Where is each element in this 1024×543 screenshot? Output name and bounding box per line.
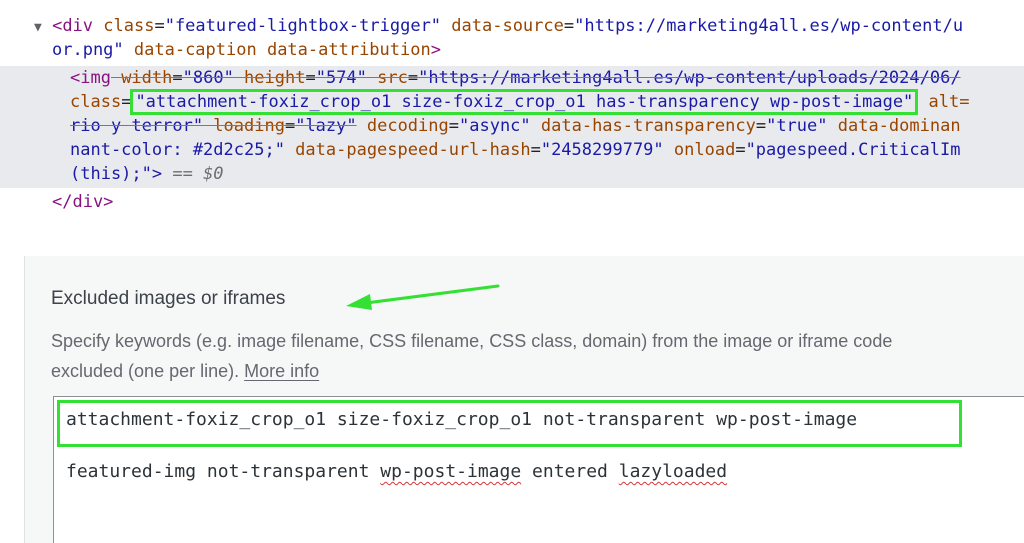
textarea-word: entered xyxy=(532,461,608,482)
attr-name: data-has-transparency xyxy=(530,116,756,136)
textarea-line-1: attachment-foxiz_crop_o1 size-foxiz_crop… xyxy=(66,409,858,430)
attr-value: "featured-lightbox-trigger" xyxy=(164,16,442,36)
excluded-images-setting: Excluded images or iframes Specify keywo… xyxy=(24,256,1024,543)
more-info-link[interactable]: More info xyxy=(244,361,319,381)
setting-description: Specify keywords (e.g. image filename, C… xyxy=(51,326,1024,386)
textarea-line-2: featured-img not-transparent wp-post-ima… xyxy=(66,461,727,482)
code-line-img-attrs[interactable]: rio y terror" loading="lazy" decoding="a… xyxy=(70,114,961,138)
code-line-img-close[interactable]: (this);"> == $0 xyxy=(70,162,224,186)
description-line-2: excluded (one per line). More info xyxy=(51,361,320,381)
attr-name: loading xyxy=(203,116,285,136)
attr-name: class xyxy=(70,92,122,112)
attr-value: rio y terror" xyxy=(70,116,204,136)
attr-value: "lazy" xyxy=(295,116,357,136)
attr-name: data-attribution xyxy=(256,40,431,60)
devtools-elements-panel: ▼ <div class="featured-lightbox-trigger"… xyxy=(0,0,1024,230)
code-line-div-close[interactable]: </div> xyxy=(52,190,113,214)
attr-value: "https://marketing4all.es/wp-content/upl… xyxy=(418,68,961,88)
highlighted-class-value[interactable]: "attachment-foxiz_crop_o1 size-foxiz_cro… xyxy=(130,89,919,115)
attr-value: or.png" xyxy=(52,40,124,60)
attr-value: "true" xyxy=(766,116,828,136)
excluded-keywords-textarea[interactable]: attachment-foxiz_crop_o1 size-foxiz_crop… xyxy=(53,396,1024,543)
attr-name: height xyxy=(233,68,306,88)
attr-name: data-caption xyxy=(123,40,257,60)
tag-close-bracket: > xyxy=(430,40,441,60)
tag-name: <div xyxy=(52,16,94,36)
tag-name: <img xyxy=(70,68,111,88)
textarea-word: wp-post-image xyxy=(380,461,522,482)
code-line-img-open[interactable]: <img width="860" height="574" src="https… xyxy=(70,66,961,90)
attr-name: decoding xyxy=(356,116,449,136)
attr-name: alt= xyxy=(918,92,970,112)
attr-name: src xyxy=(366,68,408,88)
tag-name: </div> xyxy=(52,192,114,212)
attr-value: nant-color: #2d2c25;" xyxy=(70,140,285,160)
textarea-word: not-transparent xyxy=(206,461,370,482)
textarea-word: lazyloaded xyxy=(618,461,728,482)
textarea-line-2-text: featured-img not-transparent wp-post-ima… xyxy=(66,461,727,482)
code-line-img-class[interactable]: class= "attachment-foxiz_crop_o1 size-fox… xyxy=(70,89,970,115)
attr-value: "async" xyxy=(459,116,531,136)
attr-value: (this);"> xyxy=(70,164,163,184)
selected-node-ref: == $0 xyxy=(162,164,224,184)
attr-value: "574" xyxy=(315,68,367,88)
attr-value: "https://marketing4all.es/wp-content/u xyxy=(574,16,964,36)
textarea-word: featured-img xyxy=(66,461,197,482)
code-line-div-open[interactable]: ▼ <div class="featured-lightbox-trigger"… xyxy=(34,14,963,40)
attr-name: data-dominan xyxy=(827,116,961,136)
attr-value: "pagespeed.CriticalIm xyxy=(745,140,961,160)
attr-value: "860" xyxy=(182,68,234,88)
attr-name: width xyxy=(110,68,173,88)
attr-name: onload xyxy=(663,140,736,160)
code-line-div-attrs[interactable]: or.png" data-caption data-attribution> xyxy=(52,38,441,62)
setting-title: Excluded images or iframes xyxy=(51,288,286,309)
annotation-arrow-icon xyxy=(346,284,500,310)
expand-triangle-icon[interactable]: ▼ xyxy=(34,20,42,35)
attr-name: data-pagespeed-url-hash xyxy=(284,140,531,160)
code-line-img-attrs-2[interactable]: nant-color: #2d2c25;" data-pagespeed-url… xyxy=(70,138,961,162)
description-line-1: Specify keywords (e.g. image filename, C… xyxy=(51,331,893,351)
attr-value: "2458299779" xyxy=(540,140,664,160)
attr-name: data-source xyxy=(441,16,564,36)
attr-name: class xyxy=(93,16,155,36)
